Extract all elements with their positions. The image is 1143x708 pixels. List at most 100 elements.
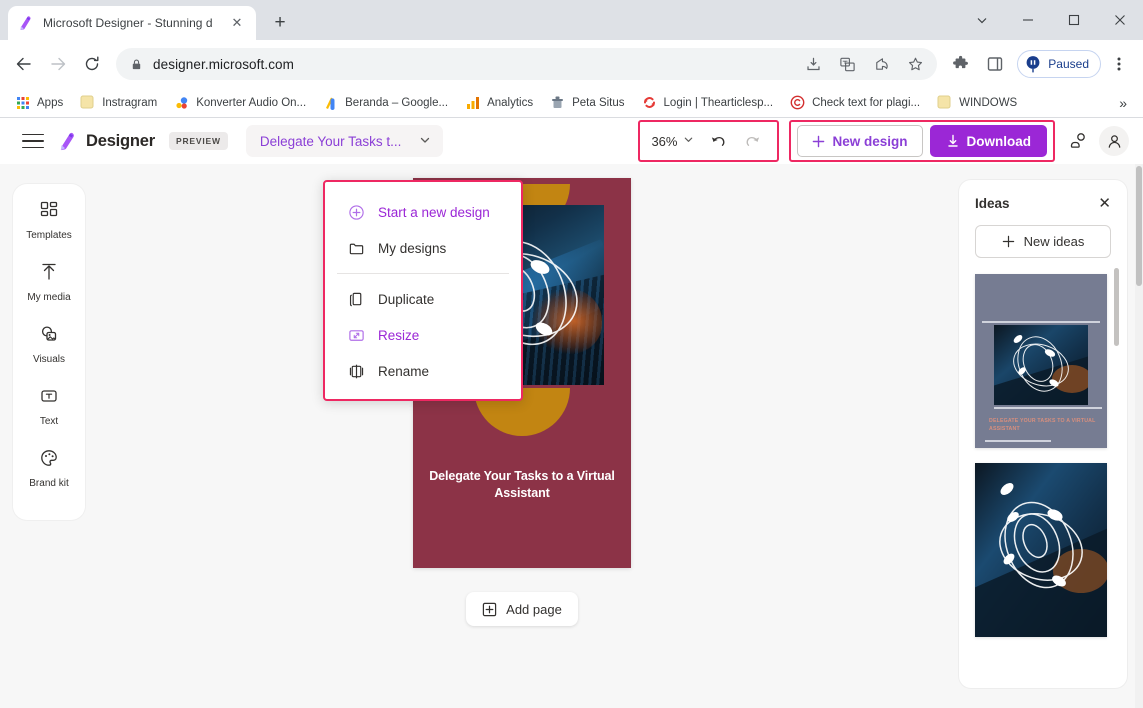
maximize-icon[interactable] <box>1051 0 1097 40</box>
menu-item-start-new-design[interactable]: Start a new design <box>325 194 521 230</box>
bookmark-instragram[interactable]: Instragram <box>73 92 164 114</box>
new-ideas-label: New ideas <box>1023 234 1085 249</box>
tab-close-icon[interactable]: ✕ <box>228 14 246 32</box>
sidebar-item-brand-kit[interactable]: Brand kit <box>13 448 85 489</box>
ideas-scrollbar-track[interactable] <box>1114 268 1123 680</box>
palette-icon <box>39 448 59 473</box>
profile-label: Paused <box>1048 57 1089 71</box>
primary-actions-group: New design Download <box>789 120 1055 162</box>
document-name-dropdown[interactable]: Delegate Your Tasks t... <box>245 125 444 157</box>
refresh-red-icon <box>642 95 658 111</box>
redo-icon <box>738 127 766 155</box>
undo-icon[interactable] <box>704 127 732 155</box>
tab-strip: Microsoft Designer - Stunning d ✕ + <box>0 0 1143 40</box>
close-icon[interactable]: ✕ <box>1098 194 1111 212</box>
bookmark-apps[interactable]: Apps <box>8 92 70 114</box>
sidebar-item-text[interactable]: Text <box>13 386 85 427</box>
translate-icon[interactable] <box>831 48 863 80</box>
analytics-icon <box>465 95 481 111</box>
visuals-image-icon <box>39 324 59 349</box>
idea-thumbnail-1[interactable]: DELEGATE YOUR TASKS TO A VIRTUAL ASSISTA… <box>975 274 1107 448</box>
lock-icon <box>130 58 143 71</box>
bookmark-label: Beranda – Google... <box>345 96 449 109</box>
browser-toolbar: designer.microsoft.com Paused <box>0 40 1143 88</box>
collaborate-icon[interactable] <box>1063 126 1093 156</box>
bookmark-label: Apps <box>37 96 64 109</box>
browser-window: Microsoft Designer - Stunning d ✕ + desi… <box>0 0 1143 708</box>
reload-icon[interactable] <box>76 48 108 80</box>
minimize-icon[interactable] <box>1005 0 1051 40</box>
bookmark-windows[interactable]: WINDOWS <box>930 92 1024 114</box>
new-design-label: New design <box>832 133 908 149</box>
omnibox-actions <box>797 48 931 80</box>
bookmark-beranda-google[interactable]: Beranda – Google... <box>316 92 455 114</box>
menu-item-label: Duplicate <box>378 291 435 307</box>
menu-item-my-designs[interactable]: My designs <box>325 230 521 266</box>
designer-app: Designer PREVIEW Delegate Your Tasks t..… <box>0 118 1143 708</box>
sidebar-item-visuals[interactable]: Visuals <box>13 324 85 365</box>
bookmark-konverter-audio[interactable]: Konverter Audio On... <box>167 92 313 114</box>
sitemap-icon <box>550 95 566 111</box>
menu-item-rename[interactable]: Rename <box>325 353 521 389</box>
chevron-down-icon[interactable] <box>683 134 694 148</box>
idea-thumbnail-text: DELEGATE YOUR TASKS TO A VIRTUAL ASSISTA… <box>989 418 1096 432</box>
plus-icon <box>812 135 825 148</box>
bookmark-check-plagiarism[interactable]: Check text for plagi... <box>783 92 927 114</box>
ideas-scrollbar-thumb[interactable] <box>1114 268 1119 346</box>
menu-item-duplicate[interactable]: Duplicate <box>325 281 521 317</box>
folder-icon <box>347 239 365 257</box>
install-icon[interactable] <box>797 48 829 80</box>
hamburger-menu-icon[interactable] <box>22 133 44 149</box>
bookmark-peta-situs[interactable]: Peta Situs <box>543 92 631 114</box>
document-name: Delegate Your Tasks t... <box>259 133 402 149</box>
header-actions: 36% New design Download <box>638 120 1129 162</box>
close-icon[interactable] <box>1097 0 1143 40</box>
sidebar-item-templates[interactable]: Templates <box>13 200 85 241</box>
menu-item-resize[interactable]: Resize <box>325 317 521 353</box>
download-button[interactable]: Download <box>929 125 1047 157</box>
bookmark-label: Analytics <box>487 96 534 109</box>
left-tool-rail: Templates My media Visuals Text Brand ki… <box>13 184 85 520</box>
profile-chip[interactable]: Paused <box>1017 50 1101 78</box>
new-tab-button[interactable]: + <box>266 9 294 37</box>
page-scrollbar-thumb[interactable] <box>1136 166 1142 286</box>
browser-tab[interactable]: Microsoft Designer - Stunning d ✕ <box>8 6 256 40</box>
bookmark-analytics[interactable]: Analytics <box>458 92 540 114</box>
forward-arrow-icon <box>42 48 74 80</box>
add-page-icon <box>482 602 497 617</box>
canvas-area: Delegate Your Tasks to a Virtual Assista… <box>85 164 959 708</box>
page-title-text[interactable]: Delegate Your Tasks to a Virtual Assista… <box>427 468 617 502</box>
new-design-button[interactable]: New design <box>797 125 923 157</box>
tab-title: Microsoft Designer - Stunning d <box>43 16 213 30</box>
bookmark-star-icon[interactable] <box>899 48 931 80</box>
kebab-menu-icon[interactable] <box>1103 48 1135 80</box>
new-ideas-button[interactable]: New ideas <box>975 225 1111 258</box>
templates-grid-icon <box>39 200 59 225</box>
designer-header: Designer PREVIEW Delegate Your Tasks t..… <box>0 118 1143 164</box>
brand-name: Designer <box>86 131 156 150</box>
sidebar-item-label: Text <box>39 416 59 427</box>
add-page-button[interactable]: Add page <box>466 592 578 626</box>
sidebar-item-my-media[interactable]: My media <box>13 262 85 303</box>
extensions-puzzle-icon[interactable] <box>945 48 977 80</box>
zoom-controls-group: 36% <box>638 120 780 162</box>
bookmarks-bar: Apps Instragram Konverter Audio On... Be… <box>0 88 1143 118</box>
side-panel-icon[interactable] <box>979 48 1011 80</box>
page-scrollbar[interactable] <box>1135 164 1143 708</box>
bookmark-label: Instragram <box>102 96 158 109</box>
bookmarks-overflow-icon[interactable]: » <box>1111 95 1135 111</box>
back-arrow-icon[interactable] <box>8 48 40 80</box>
konverter-icon <box>174 95 190 111</box>
tab-search-chevron-down-icon[interactable] <box>959 0 1005 40</box>
sidebar-item-label: Templates <box>26 230 72 241</box>
bookmark-label: WINDOWS <box>959 96 1018 109</box>
menu-item-label: My designs <box>378 240 447 256</box>
upload-arrow-icon <box>39 262 59 287</box>
bookmark-login-thearticlesp[interactable]: Login | Thearticlesp... <box>635 92 781 114</box>
duplicate-icon <box>347 290 365 308</box>
address-bar[interactable]: designer.microsoft.com <box>116 48 938 80</box>
sidebar-item-label: Brand kit <box>29 478 69 489</box>
account-avatar-icon[interactable] <box>1099 126 1129 156</box>
share-icon[interactable] <box>865 48 897 80</box>
idea-thumbnail-2[interactable] <box>975 463 1107 637</box>
